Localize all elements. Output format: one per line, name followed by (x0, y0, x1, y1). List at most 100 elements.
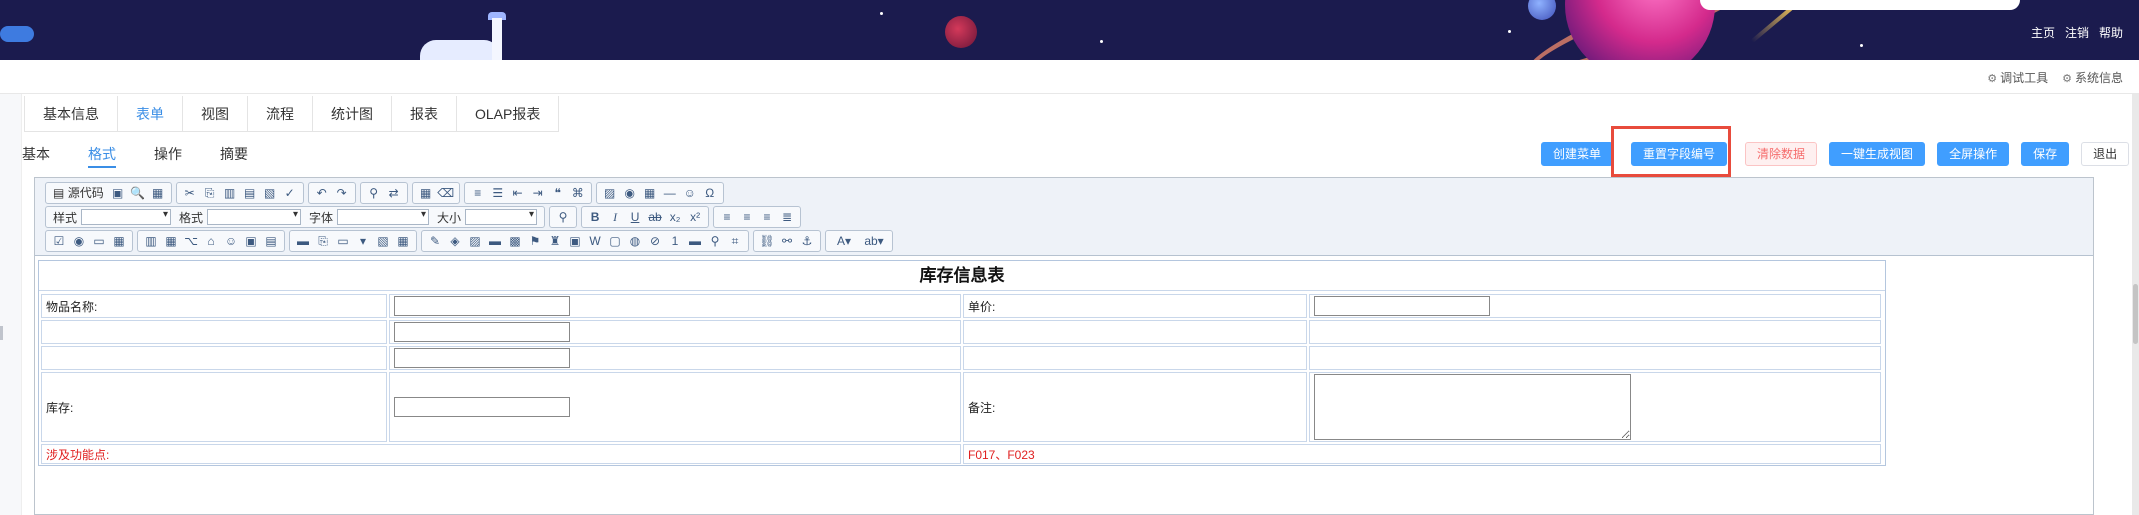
stock-input[interactable] (394, 397, 570, 417)
reset-field-number-button[interactable]: 重置字段编号 (1631, 142, 1728, 166)
undo-icon[interactable]: ↶ (313, 184, 331, 202)
spellcheck-icon[interactable]: ✓ (281, 184, 299, 202)
subtab-format[interactable]: 格式 (88, 140, 116, 168)
extra-input-1[interactable] (394, 322, 570, 342)
align-justify-icon[interactable]: ≣ (778, 208, 796, 226)
remove-format-icon[interactable]: ⌫ (437, 184, 455, 202)
textarea-icon[interactable]: ▭ (334, 232, 352, 250)
align-left-icon[interactable]: ≡ (718, 208, 736, 226)
unlink-icon[interactable]: ⚯ (778, 232, 796, 250)
hidden-field-icon[interactable]: ▬ (294, 232, 312, 250)
extra-input-2[interactable] (394, 348, 570, 368)
tab-view[interactable]: 视图 (183, 96, 248, 132)
preview-icon[interactable]: 🔍 (129, 184, 147, 202)
attachment-icon[interactable]: ▤ (262, 232, 280, 250)
align-center-icon[interactable]: ≡ (738, 208, 756, 226)
table-icon[interactable]: ▦ (641, 184, 659, 202)
create-menu-button[interactable]: 创建菜单 (1541, 142, 1614, 166)
tab-flow[interactable]: 流程 (248, 96, 313, 132)
save-doc-icon[interactable]: ▣ (109, 184, 127, 202)
style-select[interactable] (81, 209, 172, 225)
bullet-list-icon[interactable]: ☰ (489, 184, 507, 202)
subscript-icon[interactable]: x₂ (666, 208, 684, 226)
pin-icon[interactable]: ⚑ (526, 232, 544, 250)
scrollbar-thumb[interactable] (2133, 284, 2138, 344)
department-icon[interactable]: ⌂ (202, 232, 220, 250)
font-select[interactable] (337, 209, 430, 225)
anchor-icon[interactable]: ⚓ (798, 232, 816, 250)
scrollbar[interactable] (2132, 94, 2139, 515)
underline-icon[interactable]: U (626, 208, 644, 226)
bar-icon[interactable]: ▬ (686, 232, 704, 250)
remark-textarea[interactable] (1314, 374, 1631, 440)
paste-word-icon[interactable]: ▧ (261, 184, 279, 202)
user-icon[interactable]: ☺ (222, 232, 240, 250)
smiley-icon[interactable]: ☺ (681, 184, 699, 202)
subtab-operation[interactable]: 操作 (154, 140, 182, 168)
nav-logout-link[interactable]: 注销 (2065, 24, 2089, 41)
number-icon[interactable]: 1 (666, 232, 684, 250)
flash-icon[interactable]: ◉ (621, 184, 639, 202)
tab-olap-report[interactable]: OLAP报表 (457, 96, 560, 132)
bg-color-icon[interactable]: ab▾ (860, 232, 888, 250)
copy-field-icon[interactable]: ⎘ (314, 232, 332, 250)
button-icon[interactable]: ▬ (486, 232, 504, 250)
size-select[interactable] (465, 209, 538, 225)
horizontal-line-icon[interactable]: — (661, 184, 679, 202)
word-icon[interactable]: W (586, 232, 604, 250)
find-icon[interactable]: ⚲ (365, 184, 383, 202)
crop-icon[interactable]: ⌗ (726, 232, 744, 250)
paste-text-icon[interactable]: ▤ (241, 184, 259, 202)
save-button[interactable]: 保存 (2021, 142, 2070, 166)
search-icon[interactable]: ⚲ (706, 232, 724, 250)
dialog-icon[interactable]: ▣ (242, 232, 260, 250)
clear-data-button[interactable]: 清除数据 (1745, 142, 1818, 166)
paste-icon[interactable]: ▥ (221, 184, 239, 202)
text-color-icon[interactable]: A▾ (830, 232, 858, 250)
nav-home-link[interactable]: 主页 (2031, 24, 2055, 41)
strikethrough-icon[interactable]: ab (646, 208, 664, 226)
debug-tool-link[interactable]: ⚙ 调试工具 (1987, 69, 2048, 86)
subtab-summary[interactable]: 摘要 (220, 140, 248, 168)
field-list-icon[interactable]: ▥ (142, 232, 160, 250)
layers-icon[interactable]: ◈ (446, 232, 464, 250)
color-wheel-icon[interactable]: ◍ (626, 232, 644, 250)
date-icon[interactable]: ▦ (162, 232, 180, 250)
tree-icon[interactable]: ⌥ (182, 232, 200, 250)
align-right-icon[interactable]: ≡ (758, 208, 776, 226)
special-char-icon[interactable]: Ω (701, 184, 719, 202)
format-select[interactable] (207, 209, 302, 225)
cut-icon[interactable]: ✂ (181, 184, 199, 202)
exit-button[interactable]: 退出 (2081, 142, 2130, 166)
redo-icon[interactable]: ↷ (333, 184, 351, 202)
copy-icon[interactable]: ⎘ (201, 184, 219, 202)
textfield-icon[interactable]: ▭ (90, 232, 108, 250)
checkbox-icon[interactable]: ☑ (50, 232, 68, 250)
radio-icon[interactable]: ◉ (70, 232, 88, 250)
outdent-icon[interactable]: ⇤ (509, 184, 527, 202)
form-icon[interactable]: ▦ (110, 232, 128, 250)
pen-icon[interactable]: ✎ (426, 232, 444, 250)
numbered-list-icon[interactable]: ≡ (469, 184, 487, 202)
stop-icon[interactable]: ⊘ (646, 232, 664, 250)
link-icon[interactable]: ⛓ (758, 232, 776, 250)
subtab-basic[interactable]: 基本 (22, 140, 50, 168)
tab-basic-info[interactable]: 基本信息 (24, 96, 118, 132)
select-all-icon[interactable]: ▦ (417, 184, 435, 202)
fullscreen-button[interactable]: 全屏操作 (1937, 142, 2010, 166)
source-code-button[interactable]: ▤ 源代码 (50, 184, 107, 202)
italic-icon[interactable]: I (606, 208, 624, 226)
item-name-input[interactable] (394, 296, 570, 316)
spreadsheet-icon[interactable]: ▦ (394, 232, 412, 250)
picture-icon[interactable]: ▨ (466, 232, 484, 250)
indent-icon[interactable]: ⇥ (529, 184, 547, 202)
blockquote-icon[interactable]: ❝ (549, 184, 567, 202)
template-icon[interactable]: ▦ (149, 184, 167, 202)
tab-form[interactable]: 表单 (118, 96, 183, 132)
view-icon[interactable]: ▧ (374, 232, 392, 250)
tab-report[interactable]: 报表 (392, 96, 457, 132)
generate-view-button[interactable]: 一键生成视图 (1829, 142, 1926, 166)
div-icon[interactable]: ⌘ (569, 184, 587, 202)
system-info-link[interactable]: ⚙ 系统信息 (2062, 69, 2123, 86)
unit-price-input[interactable] (1314, 296, 1490, 316)
